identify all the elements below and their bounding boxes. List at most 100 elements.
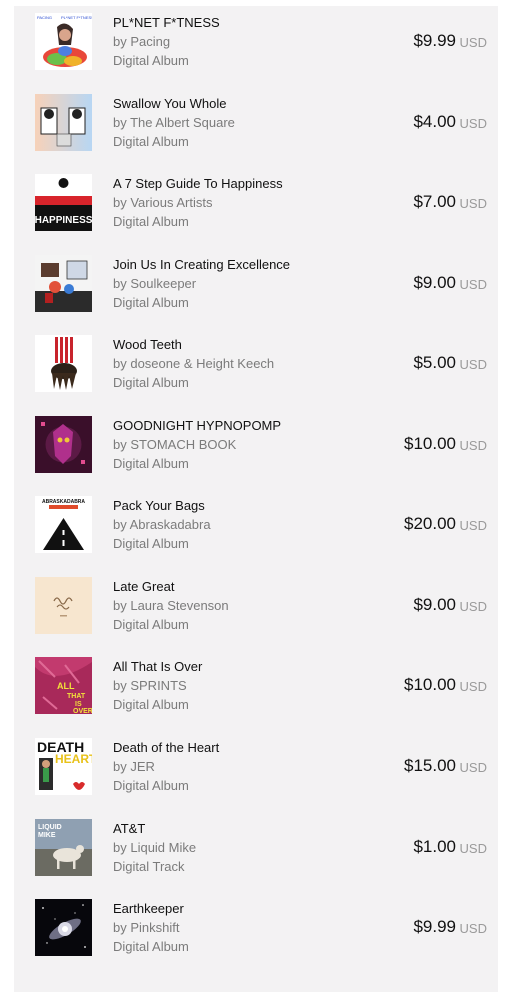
item-title[interactable]: Wood Teeth [113,337,182,352]
svg-text:ALL: ALL [57,681,75,691]
item-price: $10.00 [404,434,456,453]
list-item[interactable]: Join Us In Creating Excellence by Soulke… [14,248,498,328]
album-cover-late-great-icon [35,577,92,634]
album-cover[interactable]: HAPPINESS [35,174,92,231]
list-item[interactable]: LIQUID MIKE AT&T by Liquid Mike Digital … [14,812,498,892]
item-title[interactable]: GOODNIGHT HYPNOPOMP [113,418,281,433]
album-cover-happiness-icon: HAPPINESS [35,174,92,231]
item-currency: USD [459,116,487,131]
album-cover[interactable] [35,255,92,312]
item-title[interactable]: Join Us In Creating Excellence [113,257,290,272]
album-cover[interactable] [35,94,92,151]
album-cover-earthkeeper-icon [35,899,92,956]
item-artist[interactable]: by doseone & Height Keech [113,356,274,371]
item-price: $7.00 [413,192,456,211]
list-item[interactable]: GOODNIGHT HYPNOPOMP by STOMACH BOOK Digi… [14,409,498,489]
item-artist[interactable]: by Pinkshift [113,920,179,935]
item-format: Digital Album [113,939,189,954]
album-cover-att-icon: LIQUID MIKE [35,819,92,876]
item-currency: USD [459,196,487,211]
item-title[interactable]: All That Is Over [113,659,202,674]
item-format: Digital Album [113,214,189,229]
item-artist[interactable]: by Soulkeeper [113,276,196,291]
item-price: $9.99 [413,917,456,936]
item-price: $5.00 [413,353,456,372]
svg-text:PL*NET F*TNESS: PL*NET F*TNESS [61,15,92,20]
item-artist[interactable]: by STOMACH BOOK [113,437,236,452]
item-artist[interactable]: by Liquid Mike [113,840,196,855]
item-format: Digital Album [113,697,189,712]
item-price: $20.00 [404,514,456,533]
item-currency: USD [459,599,487,614]
item-price: $1.00 [413,837,456,856]
album-cover[interactable] [35,335,92,392]
album-cover[interactable]: LIQUID MIKE [35,819,92,876]
item-currency: USD [459,760,487,775]
album-cover-planet-fitness-icon: PACING PL*NET F*TNESS [35,13,92,70]
svg-text:MIKE: MIKE [38,832,56,839]
item-title[interactable]: A 7 Step Guide To Happiness [113,176,283,191]
album-cover[interactable]: PACING PL*NET F*TNESS [35,13,92,70]
album-cover-swallow-you-whole-icon [35,94,92,151]
item-artist[interactable]: by Various Artists [113,195,212,210]
item-title[interactable]: Earthkeeper [113,901,184,916]
svg-text:IS: IS [75,701,82,708]
list-item[interactable]: Wood Teeth by doseone & Height Keech Dig… [14,328,498,408]
album-cover-all-that-is-over-icon: ALL THAT IS OVER [35,657,92,714]
item-format: Digital Album [113,456,189,471]
list-item[interactable]: Swallow You Whole by The Albert Square D… [14,87,498,167]
item-currency: USD [459,921,487,936]
album-cover-death-of-the-heart-icon: DEATH HEART [35,738,92,795]
album-cover[interactable]: DEATH HEART [35,738,92,795]
list-item[interactable]: ABRASKADABRA Pack Your Bags by Abraskada… [14,489,498,569]
item-format: Digital Track [113,859,185,874]
item-artist[interactable]: by The Albert Square [113,115,235,130]
item-currency: USD [459,357,487,372]
item-currency: USD [459,679,487,694]
list-item[interactable]: Earthkeeper by Pinkshift Digital Album $… [14,892,498,972]
item-currency: USD [459,841,487,856]
list-item[interactable]: ALL THAT IS OVER All That Is Over by SPR… [14,650,498,730]
album-cover[interactable] [35,577,92,634]
item-price: $10.00 [404,675,456,694]
item-title[interactable]: Pack Your Bags [113,498,205,513]
album-cover[interactable] [35,899,92,956]
svg-text:ABRASKADABRA: ABRASKADABRA [42,499,85,505]
item-currency: USD [459,438,487,453]
svg-text:THAT: THAT [67,693,86,700]
item-price: $9.00 [413,273,456,292]
item-price: $9.99 [413,31,456,50]
list-item[interactable]: DEATH HEART Death of the Heart by JER Di… [14,731,498,811]
item-title[interactable]: Swallow You Whole [113,96,226,111]
svg-text:PACING: PACING [37,15,52,20]
album-cover[interactable]: ABRASKADABRA [35,496,92,553]
item-format: Digital Album [113,375,189,390]
item-artist[interactable]: by JER [113,759,155,774]
list-item[interactable]: PACING PL*NET F*TNESS PL*NET F*TNESS by … [14,6,498,86]
item-title[interactable]: Late Great [113,579,174,594]
item-format: Digital Album [113,778,189,793]
item-title[interactable]: AT&T [113,821,145,836]
item-artist[interactable]: by Abraskadabra [113,517,211,532]
item-format: Digital Album [113,295,189,310]
item-currency: USD [459,518,487,533]
list-item[interactable]: Late Great by Laura Stevenson Digital Al… [14,570,498,650]
item-artist[interactable]: by Pacing [113,34,170,49]
album-cover-pack-your-bags-icon: ABRASKADABRA [35,496,92,553]
svg-text:LIQUID: LIQUID [38,824,62,831]
svg-text:OVER: OVER [73,708,92,714]
item-artist[interactable]: by SPRINTS [113,678,187,693]
item-price: $9.00 [413,595,456,614]
album-cover-wood-teeth-icon [35,335,92,392]
album-cover[interactable]: ALL THAT IS OVER [35,657,92,714]
item-format: Digital Album [113,617,189,632]
svg-text:HEART: HEART [55,752,92,766]
list-item[interactable]: HAPPINESS A 7 Step Guide To Happiness by… [14,167,498,247]
svg-text:HAPPINESS: HAPPINESS [35,215,92,226]
item-title[interactable]: PL*NET F*TNESS [113,15,220,30]
item-artist[interactable]: by Laura Stevenson [113,598,229,613]
item-format: Digital Album [113,536,189,551]
item-format: Digital Album [113,134,189,149]
item-title[interactable]: Death of the Heart [113,740,219,755]
album-cover[interactable] [35,416,92,473]
